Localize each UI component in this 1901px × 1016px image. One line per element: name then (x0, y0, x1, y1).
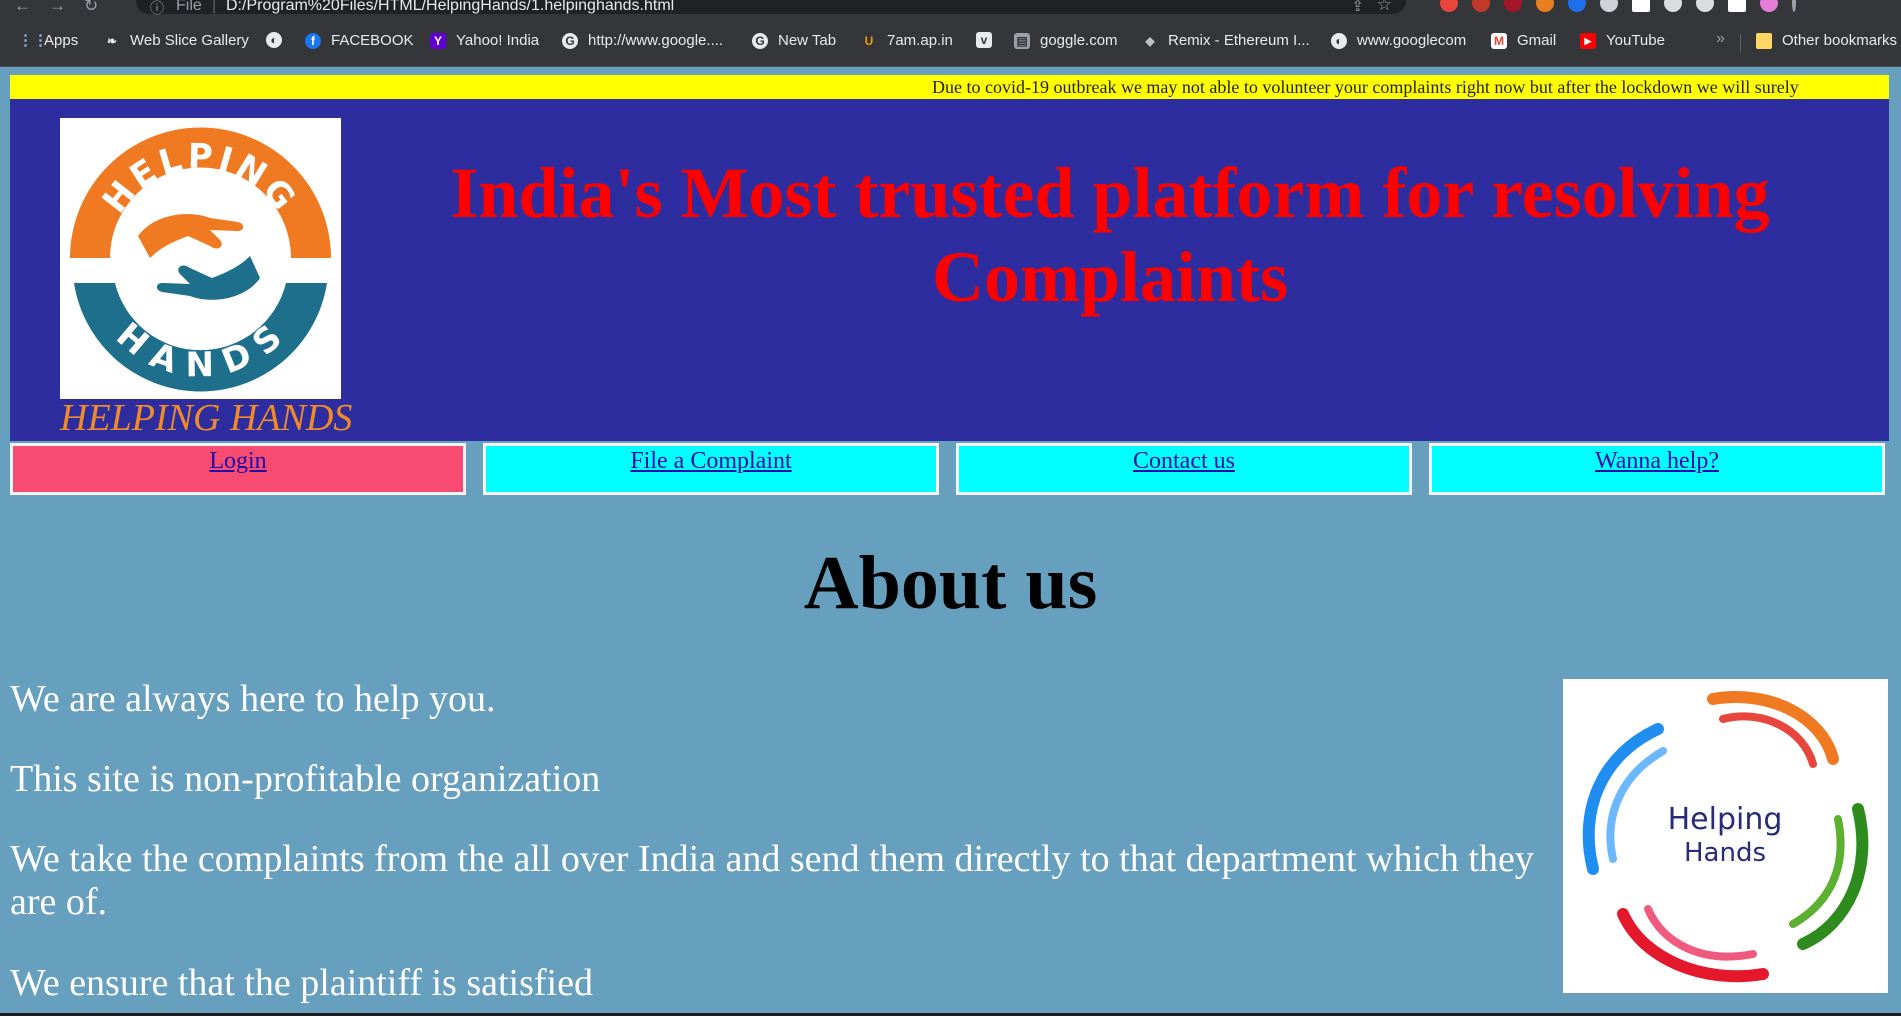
bookmark-7am[interactable]: U 7am.ap.in (861, 32, 953, 49)
web-slice-icon: ❧ (106, 33, 118, 48)
wanna-help-link[interactable]: Wanna help? (1595, 448, 1719, 474)
bookmark-googlecom[interactable]: ◐ www.googlecom (1331, 32, 1466, 49)
share-icon[interactable]: ⇪ (1351, 0, 1364, 15)
page-headline: India's Most trusted platform for resolv… (410, 151, 1810, 319)
address-bar[interactable]: ⓘ File | D:/Program%20Files/HTML/Helping… (136, 0, 1406, 16)
extension-icon[interactable] (1472, 0, 1490, 12)
yahoo-icon: Y (430, 32, 446, 49)
bookmark-star-icon[interactable]: ☆ (1377, 0, 1392, 15)
bookmark-apps[interactable]: ⋮⋮ Apps (18, 32, 78, 49)
bookmark-gmail[interactable]: M Gmail (1491, 32, 1556, 49)
url-scheme-label: File (176, 0, 202, 14)
extension-icon[interactable] (1440, 0, 1458, 12)
bookmarks-overflow-button[interactable]: » (1716, 30, 1725, 48)
svg-text:Hands: Hands (1684, 838, 1766, 868)
marquee-text: Due to covid-19 outbreak we may not able… (932, 77, 1799, 97)
helping-hands-logo: HELPING HANDS (60, 118, 341, 399)
about-paragraph: We take the complaints from the all over… (10, 838, 1534, 923)
globe-icon: ◐ (266, 32, 282, 48)
bookmark-label: Remix - Ethereum I... (1168, 32, 1310, 49)
covid-notice-marquee: Due to covid-19 outbreak we may not able… (10, 75, 1889, 99)
bookmark-label: FACEBOOK (331, 32, 414, 49)
about-paragraph: This site is non-profitable organization (10, 758, 601, 800)
metamask-icon[interactable] (1536, 0, 1554, 12)
nav-contact[interactable]: Contact us (956, 443, 1412, 495)
google-icon: G (752, 32, 768, 49)
bookmark-label: Gmail (1517, 32, 1557, 49)
nav-login[interactable]: Login (10, 443, 466, 495)
menu-icon[interactable] (1792, 0, 1796, 12)
google-icon: G (562, 32, 578, 49)
apps-grid-icon: ⋮⋮ (18, 31, 48, 49)
extension-icon[interactable] (1600, 0, 1618, 12)
brand-name: HELPING HANDS (60, 397, 353, 439)
helping-hands-side-logo: Helping Hands (1563, 679, 1888, 993)
bookmark-new-tab[interactable]: G New Tab (752, 32, 836, 49)
bookmark-yahoo[interactable]: Y Yahoo! India (430, 32, 539, 49)
bookmark-web-slice-gallery[interactable]: ❧ Web Slice Gallery (104, 32, 249, 49)
nav-file-complaint[interactable]: File a Complaint (483, 443, 939, 495)
7am-icon: U (864, 33, 874, 48)
image-icon: ▤ (1014, 32, 1030, 49)
gmail-icon: M (1491, 32, 1507, 49)
bookmark-label: Apps (44, 32, 79, 49)
bookmarks-bar: ⋮⋮ Apps ❧ Web Slice Gallery ◐ f FACEBOOK… (0, 16, 1901, 67)
main-nav: Login File a Complaint Contact us Wanna … (10, 443, 1889, 498)
headline-line-1: India's Most trusted platform for resolv… (450, 153, 1770, 233)
hands-circle-logo-graphic: Helping Hands (1582, 691, 1869, 983)
remix-icon: ◆ (1145, 33, 1155, 48)
svg-text:HANDS: HANDS (109, 315, 293, 386)
facebook-icon: f (305, 32, 321, 49)
media-icon[interactable] (1696, 0, 1714, 12)
site-header: HELPING HANDS HELPING HANDS India's Most… (10, 99, 1889, 441)
vimeo-icon: v (976, 32, 992, 48)
helping-hands-logo-graphic: HELPING HANDS (70, 127, 331, 392)
bookmark-label: Web Slice Gallery (130, 32, 249, 49)
headline-line-2: Complaints (931, 237, 1289, 317)
bookmark-label: YouTube (1606, 32, 1665, 49)
extension-icon[interactable] (1632, 0, 1650, 12)
bookmark-label: Yahoo! India (456, 32, 540, 49)
nav-buttons[interactable]: ←→↻ (14, 0, 116, 16)
bookmark-label: Other bookmarks (1782, 32, 1898, 49)
profile-avatar[interactable] (1760, 0, 1778, 12)
file-complaint-link[interactable]: File a Complaint (630, 448, 791, 474)
bookmark-globe[interactable]: ◐ (266, 32, 292, 48)
puzzle-icon[interactable] (1664, 0, 1682, 12)
extension-icon[interactable] (1568, 0, 1586, 12)
login-link[interactable]: Login (209, 448, 266, 474)
bookmark-vimeo[interactable]: v (976, 32, 1002, 48)
sidepanel-icon[interactable] (1728, 0, 1746, 12)
extensions-area (1440, 0, 1796, 12)
bookmark-goggle[interactable]: ▤ goggle.com (1014, 32, 1118, 49)
bookmarks-divider (1740, 34, 1741, 52)
bookmark-label: New Tab (778, 32, 837, 49)
bookmark-label: goggle.com (1040, 32, 1118, 49)
about-paragraph: We ensure that the plaintiff is satisfie… (10, 962, 593, 1004)
url-separator: | (212, 0, 217, 14)
nav-wanna-help[interactable]: Wanna help? (1429, 443, 1885, 495)
bookmark-google-url[interactable]: G http://www.google.... (562, 32, 723, 49)
contact-link[interactable]: Contact us (1133, 448, 1235, 474)
svg-text:Helping: Helping (1668, 802, 1783, 837)
about-paragraph: We are always here to help you. (10, 678, 496, 720)
folder-icon (1756, 32, 1772, 49)
extension-icon[interactable] (1504, 0, 1522, 12)
browser-toolbar: ←→↻ ⓘ File | D:/Program%20Files/HTML/Hel… (0, 0, 1901, 16)
bookmark-youtube[interactable]: ▶ YouTube (1580, 32, 1665, 49)
youtube-icon: ▶ (1580, 32, 1596, 49)
globe-icon: ◐ (1331, 32, 1347, 49)
bookmark-facebook[interactable]: f FACEBOOK (305, 32, 414, 49)
bookmark-label: www.googlecom (1357, 32, 1467, 49)
other-bookmarks[interactable]: Other bookmarks (1756, 32, 1897, 49)
bookmark-label: 7am.ap.in (887, 32, 953, 49)
url-text[interactable]: D:/Program%20Files/HTML/HelpingHands/1.h… (226, 0, 674, 15)
bookmark-label: http://www.google.... (588, 32, 724, 49)
about-heading: About us (803, 541, 1098, 625)
bookmark-remix[interactable]: ◆ Remix - Ethereum I... (1142, 32, 1310, 49)
